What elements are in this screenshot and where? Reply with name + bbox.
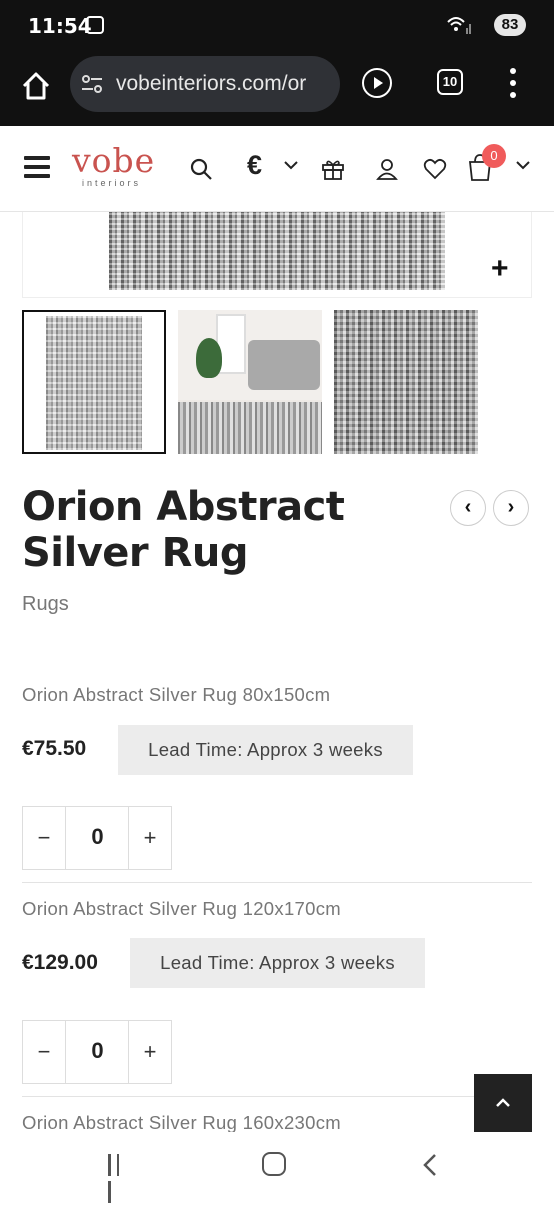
next-product-button[interactable]: › xyxy=(493,490,529,526)
url-text[interactable]: vobeinteriors.com/or xyxy=(116,72,332,96)
back-to-top-button[interactable] xyxy=(474,1074,532,1132)
variant-name: Orion Abstract Silver Rug 80x150cm xyxy=(22,684,331,705)
previous-product-button[interactable]: ‹ xyxy=(450,490,486,526)
cart-count-badge: 0 xyxy=(482,144,506,168)
home-icon[interactable] xyxy=(16,66,56,106)
chevron-down-icon[interactable] xyxy=(284,160,298,170)
play-icon[interactable] xyxy=(362,68,392,98)
decrease-quantity-button[interactable]: − xyxy=(23,807,66,869)
product-main-image[interactable]: + xyxy=(22,212,532,298)
logo-subtext: interiors xyxy=(82,178,142,188)
product-title: Orion Abstract Silver Rug xyxy=(22,484,345,576)
wifi-signal-icon xyxy=(447,17,471,34)
divider xyxy=(22,1096,532,1097)
site-logo[interactable]: vobe interiors xyxy=(72,144,172,192)
product-category-link[interactable]: Rugs xyxy=(22,593,69,616)
thumbnail-2[interactable] xyxy=(178,310,322,454)
variant-price: €129.00 xyxy=(22,951,98,974)
search-icon[interactable] xyxy=(188,156,214,182)
wishlist-heart-icon[interactable] xyxy=(422,156,448,182)
more-menu-icon[interactable] xyxy=(508,68,518,98)
system-navigation-bar xyxy=(0,1132,554,1203)
rug-image xyxy=(109,212,445,290)
variant-name: Orion Abstract Silver Rug 120x170cm xyxy=(22,898,341,919)
chevron-up-icon xyxy=(496,1098,510,1107)
variant-price: €75.50 xyxy=(22,737,87,760)
status-bar: 11:54 83 xyxy=(0,0,554,52)
quantity-input[interactable]: 0 xyxy=(66,807,129,869)
gift-icon[interactable] xyxy=(320,156,346,182)
status-time: 11:54 xyxy=(28,14,92,38)
quantity-stepper: − 0 + xyxy=(22,1020,172,1084)
quantity-input[interactable]: 0 xyxy=(66,1021,129,1083)
battery-indicator: 83 xyxy=(494,14,526,36)
recent-apps-button[interactable] xyxy=(108,1154,132,1203)
chevron-down-icon[interactable] xyxy=(516,160,530,170)
zoom-icon[interactable]: + xyxy=(491,252,509,286)
quantity-stepper: − 0 + xyxy=(22,806,172,870)
increase-quantity-button[interactable]: + xyxy=(128,1021,171,1083)
site-header: vobe interiors € 0 xyxy=(0,126,554,212)
decrease-quantity-button[interactable]: − xyxy=(23,1021,66,1083)
currency-selector[interactable]: € xyxy=(247,150,262,181)
thumbnail-1[interactable] xyxy=(22,310,166,454)
variant-name: Orion Abstract Silver Rug 160x230cm xyxy=(22,1112,341,1133)
increase-quantity-button[interactable]: + xyxy=(128,807,171,869)
account-icon[interactable] xyxy=(374,156,400,182)
address-bar[interactable]: vobeinteriors.com/or xyxy=(70,56,340,112)
logo-text: vobe xyxy=(72,141,156,180)
home-button[interactable] xyxy=(262,1152,286,1176)
back-button[interactable] xyxy=(418,1152,442,1178)
site-settings-icon[interactable] xyxy=(80,72,104,96)
tab-switcher-button[interactable]: 10 xyxy=(437,69,463,95)
thumbnail-3[interactable] xyxy=(334,310,478,454)
screenshot-icon xyxy=(86,16,104,34)
lead-time-badge: Lead Time: Approx 3 weeks xyxy=(118,725,413,775)
browser-toolbar: vobeinteriors.com/or 10 xyxy=(0,52,554,126)
hamburger-menu-icon[interactable] xyxy=(24,156,50,180)
lead-time-badge: Lead Time: Approx 3 weeks xyxy=(130,938,425,988)
divider xyxy=(22,882,532,883)
